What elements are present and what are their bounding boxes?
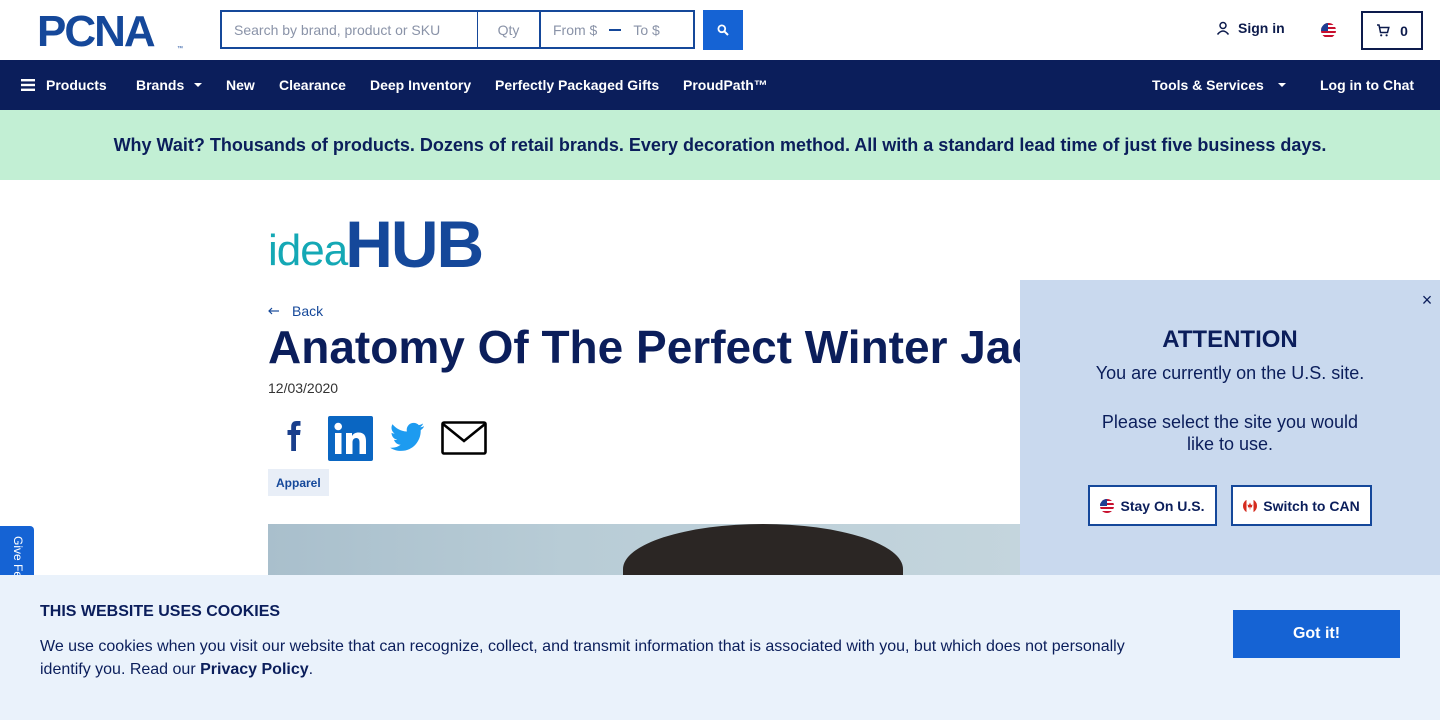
promo-text: Why Wait? Thousands of products. Dozens … xyxy=(113,134,1327,155)
cookie-text: We use cookies when you visit our websit… xyxy=(40,635,1150,681)
nav-deep-inventory[interactable]: Deep Inventory xyxy=(370,60,471,110)
cookie-title: THIS WEBSITE USES COOKIES xyxy=(40,603,281,620)
site-select-popup: × ATTENTION You are currently on the U.S… xyxy=(1020,280,1440,580)
cart-icon xyxy=(1377,24,1390,37)
user-icon xyxy=(1216,21,1230,35)
main-nav: Products Brands New Clearance Deep Inven… xyxy=(0,60,1440,110)
article-title: Anatomy Of The Perfect Winter Jacket xyxy=(268,321,1104,373)
popup-title: ATTENTION xyxy=(1162,326,1298,353)
close-icon[interactable]: × xyxy=(1416,289,1438,311)
popup-current-site-text: You are currently on the U.S. site. xyxy=(1095,363,1365,383)
price-range-dash xyxy=(609,28,622,31)
back-label: Back xyxy=(292,303,324,319)
stay-on-us-label: Stay On U.S. xyxy=(1120,497,1205,514)
promo-banner: Why Wait? Thousands of products. Dozens … xyxy=(0,110,1440,180)
canada-flag-icon xyxy=(1243,498,1258,513)
top-header: PCNA ™ Search by brand, product or SKU Q… xyxy=(0,0,1440,60)
twitter-share-icon[interactable] xyxy=(388,422,426,454)
price-range: From $ To $ xyxy=(540,10,695,49)
nav-tools-label: Tools & Services xyxy=(1152,77,1264,93)
nav-tools-services[interactable]: Tools & Services xyxy=(1152,60,1286,110)
ideahub-logo-idea: idea xyxy=(268,226,348,275)
linkedin-share-icon[interactable] xyxy=(328,416,373,461)
email-share-icon[interactable] xyxy=(441,421,487,455)
nav-brands-label: Brands xyxy=(136,77,185,93)
nav-brands[interactable]: Brands xyxy=(136,60,203,110)
privacy-policy-link[interactable]: Privacy Policy xyxy=(200,661,309,678)
nav-clearance[interactable]: Clearance xyxy=(279,60,346,110)
stay-on-us-button[interactable]: Stay On U.S. xyxy=(1088,485,1217,526)
search-icon xyxy=(717,24,729,36)
sign-in-link[interactable]: Sign in xyxy=(1216,20,1285,36)
price-to-input[interactable]: To $ xyxy=(633,22,659,38)
sign-in-label: Sign in xyxy=(1238,20,1285,36)
chevron-down-icon xyxy=(194,83,203,87)
cookie-text-period: . xyxy=(308,661,314,678)
accept-cookies-button[interactable]: Got it! xyxy=(1233,610,1400,658)
cookie-banner: THIS WEBSITE USES COOKIES We use cookies… xyxy=(0,575,1440,720)
nav-chat-login[interactable]: Log in to Chat xyxy=(1320,60,1414,110)
hamburger-menu-icon xyxy=(21,79,35,91)
search-group: Search by brand, product or SKU Qty From… xyxy=(220,10,695,50)
nav-products[interactable]: Products xyxy=(21,60,107,110)
search-input[interactable]: Search by brand, product or SKU xyxy=(220,10,478,49)
ideahub-logo[interactable]: idea HUB xyxy=(268,207,484,281)
nav-products-label: Products xyxy=(46,77,107,93)
article-date: 12/03/2020 xyxy=(268,380,339,396)
price-from-input[interactable]: From $ xyxy=(553,22,597,38)
cart-count: 0 xyxy=(1400,22,1408,39)
back-link[interactable]: Back xyxy=(268,303,323,319)
search-button[interactable] xyxy=(703,10,743,50)
category-tag[interactable]: Apparel xyxy=(268,469,329,496)
logo-trademark: ™ xyxy=(177,46,183,52)
switch-to-can-button[interactable]: Switch to CAN xyxy=(1231,485,1372,526)
logo-text: PCNA xyxy=(37,7,156,56)
chevron-down-icon xyxy=(1277,83,1286,87)
arrow-left-icon xyxy=(268,307,279,315)
pcna-logo[interactable]: PCNA ™ xyxy=(37,10,185,54)
qty-input[interactable]: Qty xyxy=(478,10,540,49)
facebook-share-icon[interactable] xyxy=(280,418,308,458)
nav-packaged-gifts[interactable]: Perfectly Packaged Gifts xyxy=(495,60,659,110)
popup-select-site-text: Please select the site you would like to… xyxy=(1101,412,1359,454)
cart-button[interactable]: 0 xyxy=(1361,11,1423,50)
nav-proudpath[interactable]: ProudPath™ xyxy=(683,60,768,110)
switch-to-can-label: Switch to CAN xyxy=(1263,497,1360,514)
us-flag-icon xyxy=(1100,498,1115,513)
nav-new[interactable]: New xyxy=(226,60,255,110)
ideahub-logo-hub: HUB xyxy=(345,207,484,281)
us-flag-icon[interactable] xyxy=(1321,23,1336,38)
